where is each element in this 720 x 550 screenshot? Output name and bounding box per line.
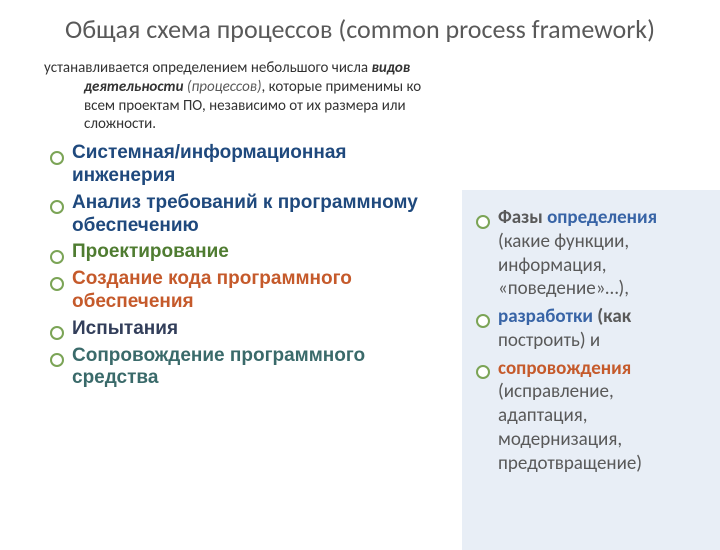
list-item: разработки (как построить) и xyxy=(476,305,702,353)
intro-part-1: устанавливается определением небольшого … xyxy=(44,59,372,77)
list-item: Проектирование xyxy=(50,241,454,264)
phase-name: определения xyxy=(547,206,657,229)
intro-emphasis-2: (процессов) xyxy=(187,78,262,96)
list-item: Создание кода программного обеспечения xyxy=(50,268,454,314)
list-item: сопровождения (исправление, адаптация, м… xyxy=(476,357,702,476)
phases-panel: Фазы определения (какие функции, информа… xyxy=(462,190,720,550)
list-item: Анализ требований к программному обеспеч… xyxy=(50,192,454,238)
list-item: Системная/информационная инженерия xyxy=(50,142,454,188)
intro-text: устанавливается определением небольшого … xyxy=(40,59,454,142)
phase-desc: (как xyxy=(597,305,631,328)
phase-name: разработки xyxy=(498,305,593,328)
list-item: Испытания xyxy=(50,318,454,341)
phase-desc: (исправление, адаптация, модернизация, п… xyxy=(498,380,642,474)
list-item: Фазы определения (какие функции, информа… xyxy=(476,206,702,301)
phase-label: Фазы xyxy=(498,206,543,229)
left-column: устанавливается определением небольшого … xyxy=(0,59,460,394)
phase-tail: и xyxy=(586,329,601,352)
phase-name: сопровождения xyxy=(498,357,631,380)
phase-desc: (какие функции, информация, «поведение»…… xyxy=(498,230,629,301)
list-item: Сопровождение программного средства xyxy=(50,345,454,391)
activities-list: Системная/информационная инженерия Анали… xyxy=(40,142,454,390)
slide-title: Общая схема процессов (common process fr… xyxy=(0,0,720,53)
phases-list: Фазы определения (какие функции, информа… xyxy=(476,206,702,475)
phase-desc: построить) xyxy=(498,329,586,352)
